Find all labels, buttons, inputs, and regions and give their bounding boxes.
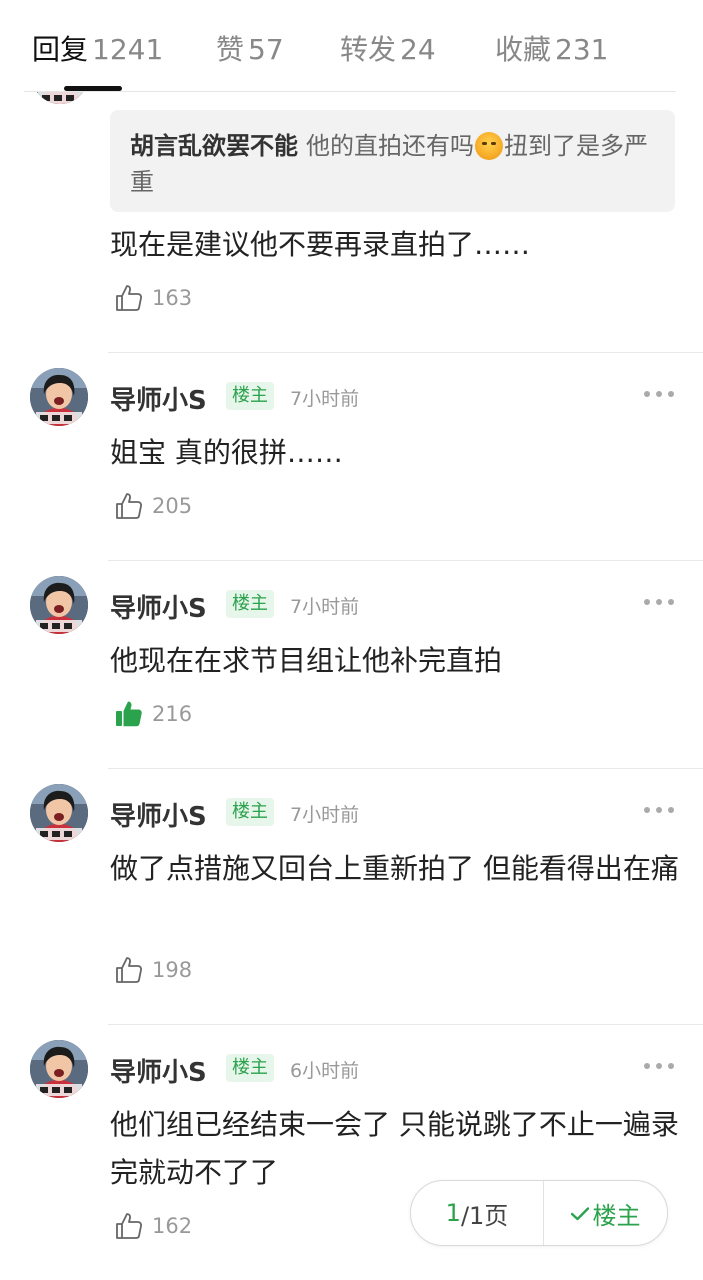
- reply-tabs: 回复 1241 赞 57 转发 24 收藏 231: [0, 0, 703, 92]
- op-only-filter-button[interactable]: 楼主: [544, 1181, 667, 1245]
- like-count: 216: [152, 702, 193, 726]
- more-options-button[interactable]: [644, 1061, 674, 1071]
- like-button[interactable]: 198: [114, 954, 192, 986]
- page-indicator[interactable]: 1/1页: [411, 1181, 544, 1245]
- tab-replies[interactable]: 回复 1241: [32, 28, 163, 68]
- tab-reposts-count: 24: [400, 33, 436, 66]
- quoted-reply[interactable]: 胡言乱欲罢不能 他的直拍还有吗 扭到了是多严重: [110, 110, 675, 212]
- comment-text: 他现在在求节目组让他补完直拍: [110, 644, 503, 677]
- comment-divider: [108, 1024, 703, 1025]
- avatar[interactable]: [30, 576, 88, 634]
- avatar[interactable]: [30, 1040, 88, 1098]
- pagination-bar: 1/1页 楼主: [410, 1180, 668, 1246]
- more-options-button[interactable]: [644, 389, 674, 399]
- comment-text: 做了点措施又回台上重新拍了 但能看得出在痛: [110, 852, 679, 885]
- comment-time: 7小时前: [290, 388, 360, 410]
- comment-divider: [108, 352, 703, 353]
- tab-favorites-count: 231: [555, 33, 609, 66]
- author-name[interactable]: 导师小S: [110, 380, 207, 417]
- like-button[interactable]: 205: [114, 490, 192, 522]
- op-badge: 楼主: [226, 798, 274, 826]
- check-icon: [570, 1199, 589, 1227]
- like-count: 198: [152, 958, 193, 982]
- comment-text: 姐宝 真的很拼……: [110, 436, 343, 469]
- thumbs-up-icon: [114, 491, 144, 521]
- like-count: 163: [152, 286, 193, 310]
- quote-text-start: 他的直拍还有吗: [306, 132, 474, 160]
- like-button[interactable]: 163: [114, 282, 192, 314]
- comment-time: 7小时前: [290, 596, 360, 618]
- comment-time: 6小时前: [290, 1060, 360, 1082]
- tab-replies-count: 1241: [92, 33, 164, 66]
- like-count: 205: [152, 494, 193, 518]
- tab-likes-count: 57: [248, 33, 284, 66]
- quote-author[interactable]: 胡言乱欲罢不能: [130, 132, 298, 160]
- like-count: 162: [152, 1214, 193, 1238]
- tab-favorites[interactable]: 收藏 231: [495, 28, 608, 68]
- comment-time: 7小时前: [290, 804, 360, 826]
- tab-reposts[interactable]: 转发 24: [340, 28, 436, 68]
- page-total: /1页: [460, 1201, 509, 1230]
- author-name[interactable]: 导师小S: [110, 1052, 207, 1089]
- cry-face-icon: [475, 132, 503, 160]
- avatar-peek: [32, 92, 88, 106]
- thumbs-up-filled-icon: [114, 699, 144, 729]
- tab-likes-label: 赞: [216, 33, 245, 66]
- op-badge: 楼主: [226, 1054, 274, 1082]
- like-button[interactable]: 216: [114, 698, 192, 730]
- current-page: 1: [445, 1199, 461, 1227]
- tab-likes[interactable]: 赞 57: [216, 28, 284, 68]
- op-filter-label: 楼主: [592, 1201, 641, 1230]
- thumbs-up-icon: [114, 955, 144, 985]
- thumbs-up-icon: [114, 283, 144, 313]
- comment-divider: [108, 768, 703, 769]
- author-name[interactable]: 导师小S: [110, 588, 207, 625]
- comment-divider: [108, 560, 703, 561]
- like-button[interactable]: 162: [114, 1210, 192, 1242]
- author-name[interactable]: 导师小S: [110, 796, 207, 833]
- tab-reposts-label: 转发: [340, 33, 397, 66]
- more-options-button[interactable]: [644, 805, 674, 815]
- op-badge: 楼主: [226, 382, 274, 410]
- tabs-divider: [24, 91, 676, 92]
- tab-replies-label: 回复: [32, 33, 89, 66]
- thumbs-up-icon: [114, 1211, 144, 1241]
- avatar[interactable]: [30, 368, 88, 426]
- avatar[interactable]: [30, 784, 88, 842]
- reply-text: 现在是建议他不要再录直拍了……: [110, 228, 531, 261]
- tab-favorites-label: 收藏: [495, 33, 552, 66]
- op-badge: 楼主: [226, 590, 274, 618]
- more-options-button[interactable]: [644, 597, 674, 607]
